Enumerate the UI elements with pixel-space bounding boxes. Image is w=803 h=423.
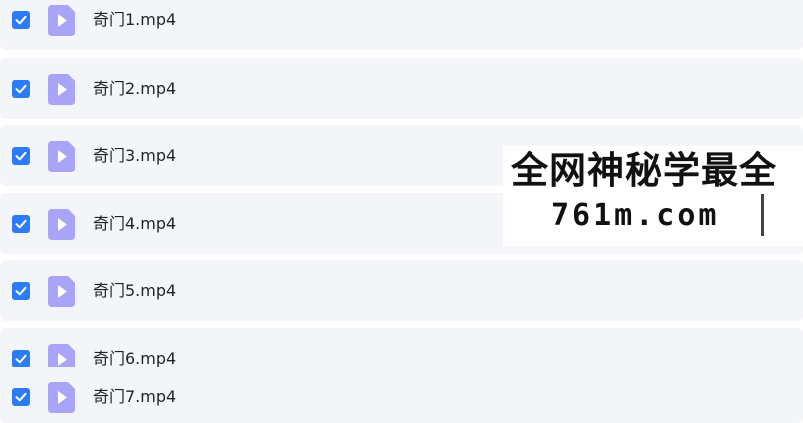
file-name: 奇门5.mp4 (93, 281, 177, 300)
watermark-url: 761m.com (551, 198, 720, 233)
checkbox[interactable] (12, 350, 30, 368)
file-row[interactable]: 奇门5.mp4 (0, 260, 803, 321)
video-file-icon (48, 382, 75, 413)
checkmark-icon (15, 219, 27, 229)
video-file-icon (48, 209, 75, 240)
file-name: 奇门1.mp4 (93, 10, 177, 29)
checkmark-icon (15, 15, 27, 25)
file-row[interactable]: 奇门2.mp4 (0, 58, 803, 119)
checkbox[interactable] (12, 147, 30, 165)
checkbox[interactable] (12, 80, 30, 98)
checkmark-icon (15, 84, 27, 94)
checkmark-icon (15, 392, 27, 402)
file-row[interactable]: 奇门7.mp4 (0, 367, 803, 423)
watermark-title: 全网神秘学最全 (511, 149, 777, 192)
checkbox[interactable] (12, 215, 30, 233)
file-name: 奇门7.mp4 (93, 387, 177, 406)
watermark: 全网神秘学最全 761m.com (503, 146, 803, 246)
text-cursor (761, 194, 764, 236)
file-name: 奇门3.mp4 (93, 146, 177, 165)
video-file-icon (48, 74, 75, 105)
checkmark-icon (15, 354, 27, 364)
file-name: 奇门2.mp4 (93, 79, 177, 98)
checkbox[interactable] (12, 388, 30, 406)
file-name: 奇门4.mp4 (93, 214, 177, 233)
checkmark-icon (15, 286, 27, 296)
video-file-icon (48, 5, 75, 36)
video-file-icon (48, 276, 75, 307)
checkmark-icon (15, 151, 27, 161)
checkbox[interactable] (12, 282, 30, 300)
checkbox[interactable] (12, 11, 30, 29)
file-row[interactable]: 奇门1.mp4 (0, 0, 803, 50)
video-file-icon (48, 141, 75, 172)
